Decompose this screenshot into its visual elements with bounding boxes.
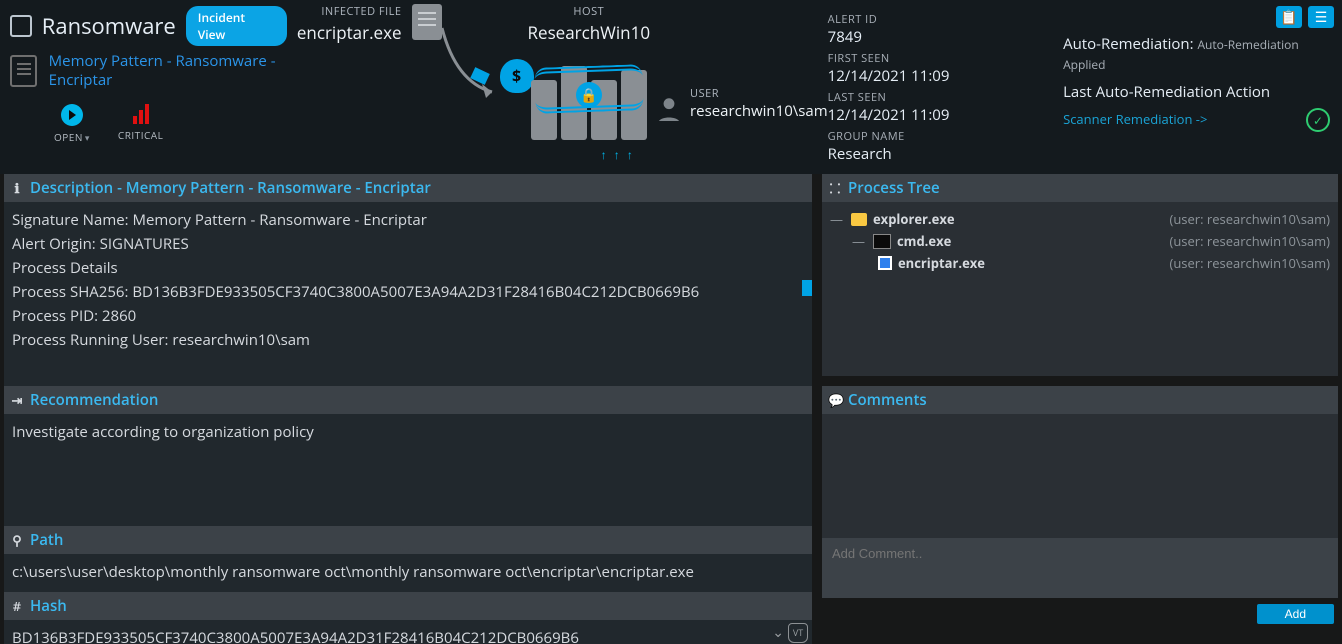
host-label: HOST — [573, 4, 604, 19]
comments-list — [822, 414, 1338, 538]
hash-header[interactable]: #Hash — [4, 592, 812, 620]
add-comment-button[interactable]: Add — [1257, 604, 1334, 624]
virustotal-link[interactable]: ⌄VT — [772, 622, 808, 644]
comment-icon: 💬 — [828, 391, 842, 409]
first-seen: 12/14/2021 11:09 — [828, 66, 1055, 86]
folder-icon — [851, 213, 867, 226]
group-name: Research — [828, 144, 1055, 164]
chevron-down-icon: ▾ — [85, 131, 90, 144]
remediation-panel: 📋 ☰ Auto-Remediation: Auto-Remediation A… — [1055, 0, 1342, 174]
file-icon — [412, 4, 442, 40]
select-checkbox[interactable] — [10, 15, 32, 37]
host-name[interactable]: ResearchWin10 — [528, 21, 651, 44]
recommendation-body: Investigate according to organization po… — [4, 414, 812, 526]
comments-header[interactable]: 💬Comments — [822, 386, 1338, 414]
link-arrow-icon — [436, 22, 506, 102]
process-tree: —explorer.exe(user: researchwin10\sam) —… — [822, 202, 1338, 376]
path-value: c:\users\user\desktop\monthly ransomware… — [4, 554, 812, 592]
link-icon: ⚲ — [10, 531, 24, 549]
add-comment-input[interactable] — [830, 545, 1334, 562]
tree-row[interactable]: —explorer.exe(user: researchwin10\sam) — [830, 208, 1330, 230]
header-left: Ransomware Incident View Memory Pattern … — [0, 0, 297, 174]
process-tree-header[interactable]: ⸬Process Tree — [822, 174, 1338, 202]
page-title: Ransomware — [42, 11, 176, 41]
play-icon — [61, 104, 83, 126]
exe-icon — [878, 256, 892, 270]
tree-row[interactable]: —cmd.exe(user: researchwin10\sam) — [830, 230, 1330, 252]
success-icon: ✓ — [1306, 108, 1330, 132]
tree-row[interactable]: encriptar.exe(user: researchwin10\sam) — [830, 252, 1330, 274]
incident-view-badge[interactable]: Incident View — [186, 6, 287, 46]
scanner-remediation-link[interactable]: Scanner Remediation -> — [1063, 110, 1334, 128]
path-header[interactable]: ⚲Path — [4, 526, 812, 554]
description-body: Signature Name: Memory Pattern - Ransomw… — [4, 202, 812, 386]
infected-file-label: INFECTED FILE — [321, 4, 401, 19]
clipboard-icon[interactable]: 📋 — [1276, 6, 1302, 28]
user-icon — [656, 95, 682, 121]
up-arrows-icon: ↑ ↑ ↑ — [601, 146, 635, 163]
scrollbar-thumb[interactable] — [802, 280, 812, 296]
tree-icon: ⸬ — [828, 179, 842, 197]
terminal-icon — [873, 234, 891, 249]
user-name[interactable]: researchwin10\sam — [690, 101, 828, 121]
hash-body: BD136B3FDE933505CF3740C3800A5007E3A94A2D… — [4, 620, 812, 644]
last-seen: 12/14/2021 11:09 — [828, 105, 1055, 125]
open-status[interactable]: OPEN▾ — [54, 104, 90, 144]
signature-name[interactable]: Memory Pattern - Ransomware - Encriptar — [49, 52, 287, 90]
bars-icon — [133, 104, 149, 124]
document-icon — [10, 55, 37, 87]
info-icon: ℹ — [10, 179, 24, 197]
recommendation-header[interactable]: ⇥Recommendation — [4, 386, 812, 414]
list-icon[interactable]: ☰ — [1308, 6, 1334, 28]
shield-icon: VT — [788, 623, 808, 643]
arrow-icon: ⇥ — [10, 391, 24, 409]
description-header[interactable]: ℹDescription - Memory Pattern - Ransomwa… — [4, 174, 812, 202]
hash-value: BD136B3FDE933505CF3740C3800A5007E3A94A2D… — [12, 628, 579, 644]
hash-icon: # — [10, 597, 24, 615]
user-label: USER — [690, 86, 828, 101]
header: Ransomware Incident View Memory Pattern … — [0, 0, 1342, 174]
alert-meta: ALERT ID 7849 FIRST SEEN 12/14/2021 11:0… — [828, 0, 1055, 174]
critical-status[interactable]: CRITICAL — [118, 104, 163, 144]
locked-docs-icon: 🔒 — [529, 52, 649, 140]
header-graphic: INFECTED FILE encriptar.exe $ HOST Resea… — [297, 0, 828, 174]
alert-id: 7849 — [828, 27, 1055, 47]
infected-file-name: encriptar.exe — [297, 21, 402, 44]
